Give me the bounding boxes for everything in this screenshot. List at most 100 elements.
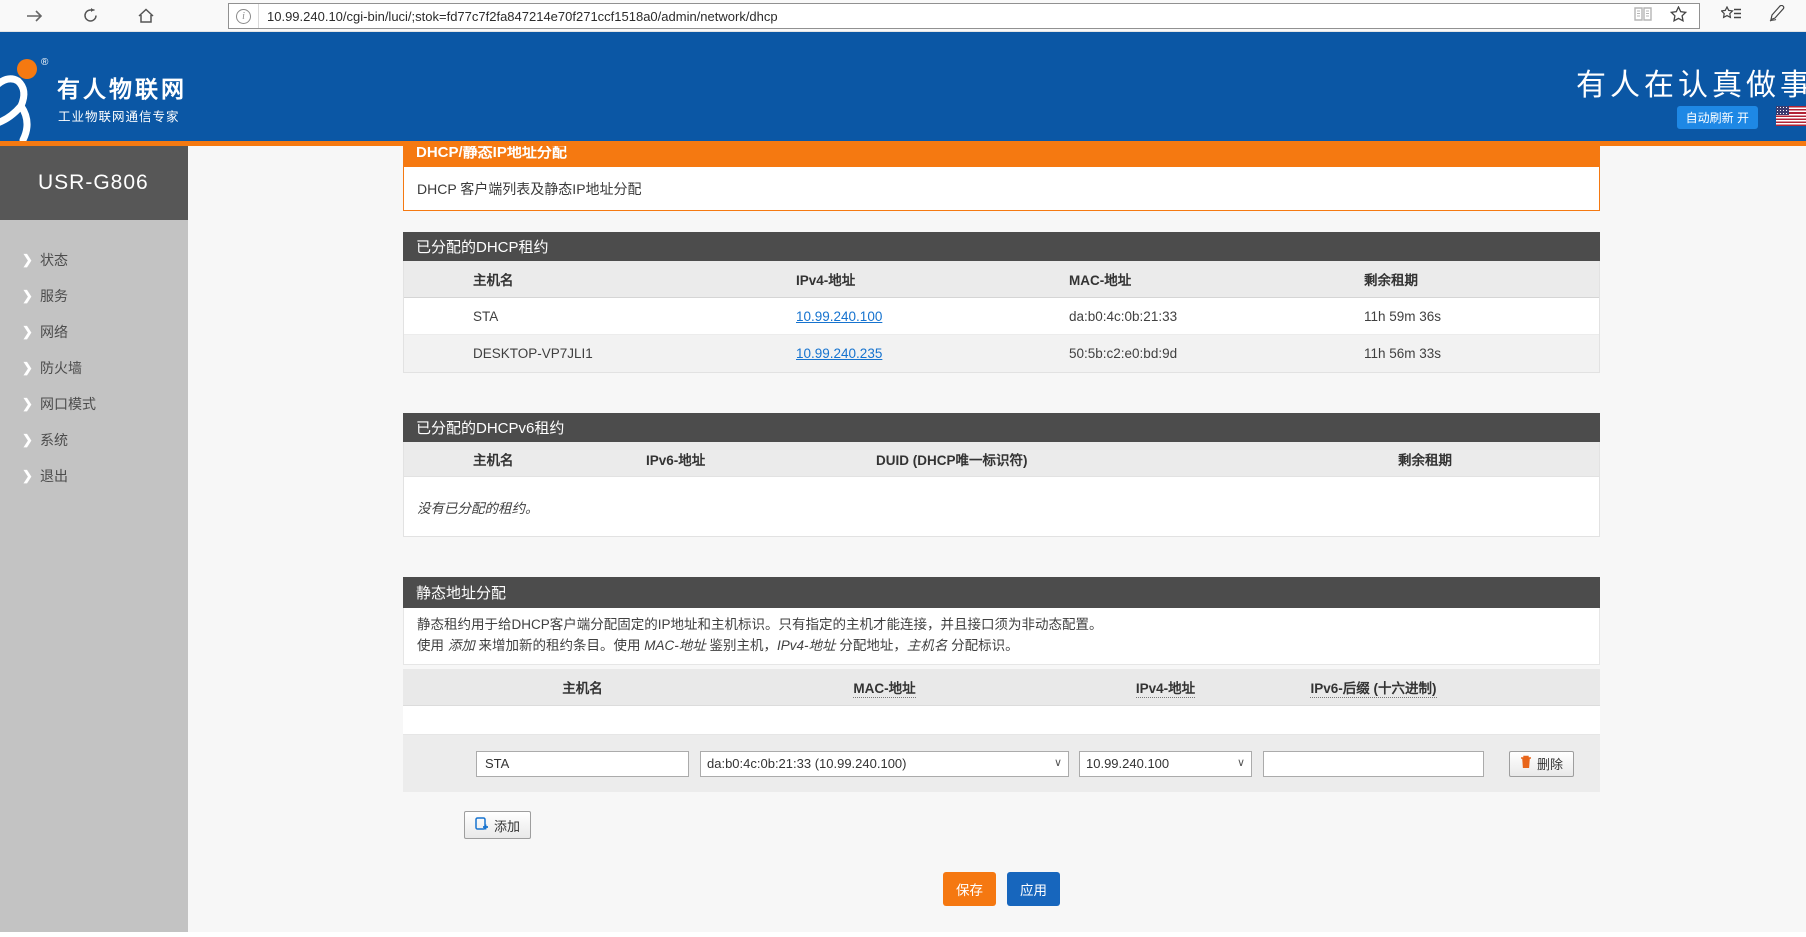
favorite-star-icon[interactable] <box>1670 6 1687 27</box>
form-spacer-row <box>403 706 1600 735</box>
mac-cell: 50:5b:c2:e0:bd:9d <box>1069 346 1364 361</box>
lease-time-cell: 11h 59m 36s <box>1364 309 1599 324</box>
ipv4-link[interactable]: 10.99.240.100 <box>796 309 882 324</box>
form-column-header: IPv4-地址 <box>1079 677 1252 697</box>
page-subtitle: DHCP 客户端列表及静态IP地址分配 <box>403 167 1600 211</box>
chevron-right-icon: ❯ <box>22 288 40 304</box>
dhcp-leases-table: 主机名IPv4-地址MAC-地址剩余租期STA10.99.240.100da:b… <box>403 261 1600 373</box>
form-column-label: 主机名 <box>562 681 603 696</box>
dhcp-leases-section-title: 已分配的DHCP租约 <box>403 232 1600 261</box>
sidebar-item-网络[interactable]: ❯网络 <box>0 314 188 350</box>
column-header: MAC-地址 <box>1069 269 1364 289</box>
ipv4-link[interactable]: 10.99.240.235 <box>796 346 882 361</box>
web-note-icon[interactable] <box>1768 5 1786 27</box>
sidebar-item-label: 系统 <box>40 430 68 450</box>
ipv4-address-select[interactable]: 10.99.240.100 <box>1079 751 1252 777</box>
save-button[interactable]: 保存 <box>943 872 996 906</box>
trash-icon <box>1520 755 1532 772</box>
reading-view-icon[interactable] <box>1634 7 1652 26</box>
description-segment: 鉴别主机， <box>706 638 777 653</box>
info-icon[interactable]: i <box>229 4 259 28</box>
form-column-header: MAC-地址 <box>700 677 1069 697</box>
description-segment: 分配标识。 <box>947 638 1018 653</box>
browser-toolbar: i 10.99.240.10/cgi-bin/luci/;stok=fd77c7… <box>0 0 1806 32</box>
url-text[interactable]: 10.99.240.10/cgi-bin/luci/;stok=fd77c7f2… <box>259 9 1634 24</box>
sidebar-item-label: 网口模式 <box>40 394 96 414</box>
static-lease-form-row: da:b0:4c:0b:21:33 (10.99.240.100) 10.99.… <box>403 735 1600 792</box>
sidebar-item-label: 服务 <box>40 286 68 306</box>
sidebar-item-系统[interactable]: ❯系统 <box>0 422 188 458</box>
device-name: USR-G806 <box>0 146 188 220</box>
chevron-right-icon: ❯ <box>22 360 40 376</box>
brand-subtitle: 工业物联网通信专家 <box>58 106 180 125</box>
apply-button[interactable]: 应用 <box>1007 872 1060 906</box>
column-header: 剩余租期 <box>1398 449 1599 469</box>
description-segment: 来增加新的租约条目。使用 <box>475 638 645 653</box>
chevron-right-icon: ❯ <box>22 252 40 268</box>
hostname-cell: DESKTOP-VP7JLI1 <box>404 346 796 361</box>
favorites-hub-icon[interactable] <box>1721 6 1742 27</box>
column-header: 主机名 <box>404 269 796 289</box>
description-line-2: 使用 添加 来增加新的租约条目。使用 MAC-地址 鉴别主机，IPv4-地址 分… <box>417 635 1586 656</box>
sidebar-item-防火墙[interactable]: ❯防火墙 <box>0 350 188 386</box>
column-header: IPv6-地址 <box>646 449 876 469</box>
form-column-header: IPv6-后缀 (十六进制) <box>1263 677 1484 697</box>
registered-mark: ® <box>41 57 49 68</box>
mac-address-select[interactable]: da:b0:4c:0b:21:33 (10.99.240.100) <box>700 751 1069 777</box>
static-leases-description: 静态租约用于给DHCP客户端分配固定的IP地址和主机标识。只有指定的主机才能连接… <box>403 608 1600 665</box>
sidebar-item-label: 网络 <box>40 322 68 342</box>
column-header: 剩余租期 <box>1364 269 1599 289</box>
sidebar-item-服务[interactable]: ❯服务 <box>0 278 188 314</box>
add-button[interactable]: 添加 <box>464 811 531 839</box>
home-icon[interactable] <box>138 8 154 23</box>
description-segment: 分配地址， <box>836 638 907 653</box>
lease-time-cell: 11h 56m 33s <box>1364 346 1599 361</box>
table-header-row: 主机名IPv6-地址DUID (DHCP唯一标识符)剩余租期 <box>404 442 1599 476</box>
page-title: DHCP/静态IP地址分配 <box>403 146 1600 167</box>
sidebar-item-网口模式[interactable]: ❯网口模式 <box>0 386 188 422</box>
chevron-right-icon: ❯ <box>22 324 40 340</box>
form-column-label: IPv4-地址 <box>1136 681 1195 698</box>
dhcpv6-leases-section-title: 已分配的DHCPv6租约 <box>403 413 1600 442</box>
chevron-right-icon: ❯ <box>22 468 40 484</box>
static-leases-section-title: 静态地址分配 <box>403 577 1600 608</box>
add-icon <box>475 817 489 834</box>
chevron-right-icon: ❯ <box>22 432 40 448</box>
sidebar-item-状态[interactable]: ❯状态 <box>0 242 188 278</box>
description-segment: 使用 <box>417 638 448 653</box>
ipv4-cell: 10.99.240.235 <box>796 346 1069 361</box>
auto-refresh-toggle[interactable]: 自动刷新 开 <box>1677 106 1758 129</box>
forward-icon[interactable] <box>26 9 43 23</box>
language-flag-icon[interactable] <box>1776 106 1806 126</box>
ipv6-suffix-input[interactable] <box>1263 751 1484 777</box>
description-segment: MAC-地址 <box>644 638 706 653</box>
static-lease-form-header: 主机名 MAC-地址 IPv4-地址 IPv6-后缀 (十六进制) <box>403 669 1600 706</box>
header-slogan: 有人在认真做事 <box>1576 60 1806 104</box>
brand-title: 有人物联网 <box>57 70 187 104</box>
table-header-row: 主机名IPv4-地址MAC-地址剩余租期 <box>404 261 1599 298</box>
description-segment: 添加 <box>448 638 475 653</box>
delete-button[interactable]: 删除 <box>1509 751 1574 777</box>
refresh-icon[interactable] <box>83 8 98 23</box>
column-header: DUID (DHCP唯一标识符) <box>876 449 1398 469</box>
hostname-input[interactable] <box>476 751 689 777</box>
sidebar-item-label: 退出 <box>40 466 68 486</box>
description-segment: 主机名 <box>907 638 948 653</box>
content-area: DHCP/静态IP地址分配 DHCP 客户端列表及静态IP地址分配 已分配的DH… <box>188 146 1806 932</box>
usr-logo-icon: ® <box>0 54 56 146</box>
sidebar-item-label: 状态 <box>40 250 68 270</box>
description-line-1: 静态租约用于给DHCP客户端分配固定的IP地址和主机标识。只有指定的主机才能连接… <box>417 614 1586 635</box>
column-header: IPv4-地址 <box>796 269 1069 289</box>
form-column-header: 主机名 <box>476 677 689 697</box>
form-column-label: MAC-地址 <box>853 681 915 698</box>
sidebar-item-退出[interactable]: ❯退出 <box>0 458 188 494</box>
description-segment: IPv4-地址 <box>777 638 836 653</box>
dhcpv6-leases-table: 主机名IPv6-地址DUID (DHCP唯一标识符)剩余租期 <box>403 442 1600 477</box>
address-bar[interactable]: i 10.99.240.10/cgi-bin/luci/;stok=fd77c7… <box>228 3 1700 29</box>
table-row: STA10.99.240.100da:b0:4c:0b:21:3311h 59m… <box>404 298 1599 335</box>
mac-cell: da:b0:4c:0b:21:33 <box>1069 309 1364 324</box>
column-header: 主机名 <box>404 449 646 469</box>
sidebar-item-label: 防火墙 <box>40 358 82 378</box>
form-column-label: IPv6-后缀 (十六进制) <box>1310 681 1436 698</box>
dhcpv6-empty-text: 没有已分配的租约。 <box>403 477 1600 537</box>
